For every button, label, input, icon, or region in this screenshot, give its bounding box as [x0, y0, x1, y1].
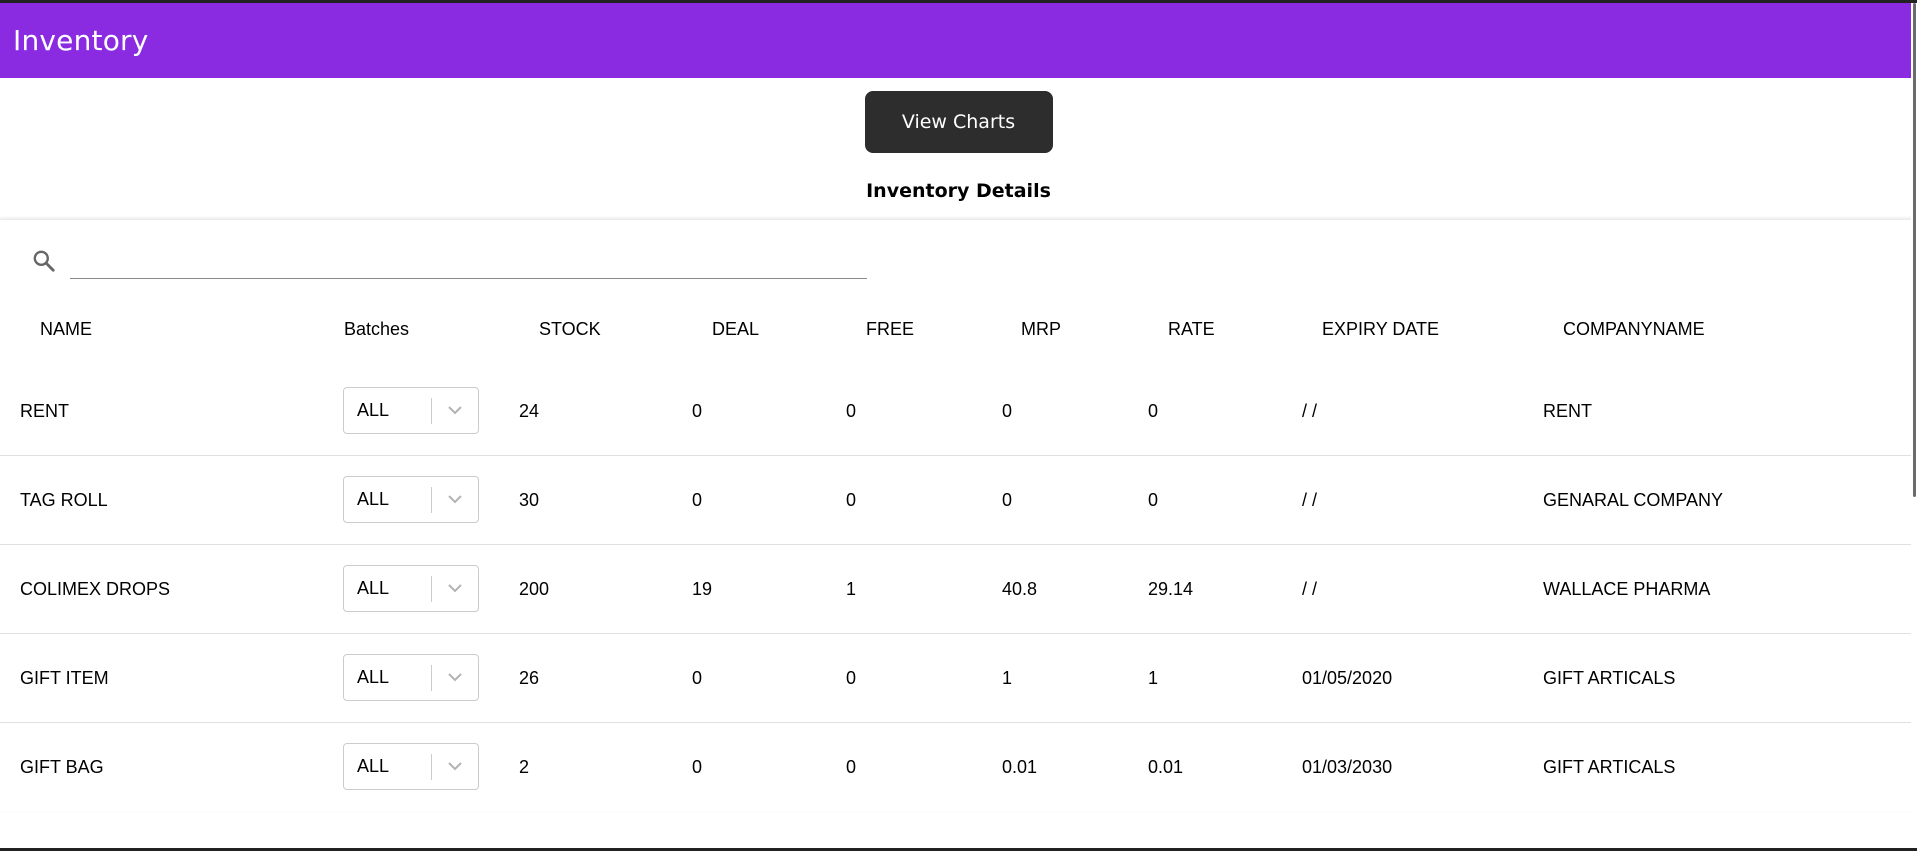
cell-company-name: GIFT ARTICALS [1543, 757, 1676, 777]
cell-free: 1 [846, 579, 857, 599]
batch-select[interactable]: ALL [343, 565, 479, 612]
chevron-down-icon[interactable] [432, 388, 478, 433]
chevron-down-icon[interactable] [432, 744, 478, 789]
column-header-rate[interactable]: RATE [1168, 319, 1215, 340]
batch-select-value: ALL [357, 400, 390, 420]
cell-company-name: WALLACE PHARMA [1543, 579, 1711, 599]
app-title: Inventory [13, 24, 149, 57]
batch-select[interactable]: ALL [343, 743, 479, 790]
batch-select[interactable]: ALL [343, 476, 479, 523]
table-body: RENT ALL 24 0 0 0 0 / / RENT TAG ROLL AL… [0, 367, 1917, 811]
column-header-company-name[interactable]: COMPANYNAME [1563, 319, 1705, 340]
cell-mrp: 0 [1002, 490, 1013, 510]
table-row[interactable]: GIFT BAG ALL 2 0 0 0.01 0.01 01/03/2030 … [0, 722, 1917, 811]
charts-row: View Charts [0, 91, 1917, 153]
cell-free: 0 [846, 490, 857, 510]
cell-deal: 0 [692, 757, 703, 777]
chevron-down-icon[interactable] [432, 655, 478, 700]
column-header-stock[interactable]: STOCK [539, 319, 601, 340]
cell-mrp: 1 [1002, 668, 1013, 688]
cell-company-name: GIFT ARTICALS [1543, 668, 1676, 688]
cell-deal: 19 [692, 579, 713, 599]
cell-company-name: RENT [1543, 401, 1592, 421]
batch-select-value: ALL [357, 756, 390, 776]
cell-mrp: 40.8 [1002, 579, 1038, 599]
cell-name: GIFT ITEM [20, 668, 109, 688]
cell-rate: 29.14 [1148, 579, 1194, 599]
cell-expiry-date: / / [1302, 490, 1318, 510]
table-row[interactable]: GIFT ITEM ALL 26 0 0 1 1 01/05/2020 GIFT… [0, 633, 1917, 722]
search-input[interactable] [70, 242, 867, 279]
cell-rate: 1 [1148, 668, 1159, 688]
table-row[interactable]: COLIMEX DROPS ALL 200 19 1 40.8 29.14 / … [0, 544, 1917, 633]
column-header-mrp[interactable]: MRP [1021, 319, 1061, 340]
cell-deal: 0 [692, 490, 703, 510]
search-bar [0, 220, 1917, 305]
column-header-name[interactable]: NAME [40, 319, 92, 340]
cell-deal: 0 [692, 401, 703, 421]
table-row[interactable]: RENT ALL 24 0 0 0 0 / / RENT [0, 367, 1917, 455]
cell-free: 0 [846, 757, 857, 777]
cell-stock: 30 [519, 490, 540, 510]
cell-company-name: GENARAL COMPANY [1543, 490, 1724, 510]
cell-expiry-date: / / [1302, 579, 1318, 599]
cell-rate: 0 [1148, 401, 1159, 421]
cell-name: TAG ROLL [20, 490, 108, 510]
cell-expiry-date: / / [1302, 401, 1318, 421]
chevron-down-icon[interactable] [432, 477, 478, 522]
table-row[interactable]: TAG ROLL ALL 30 0 0 0 0 / / GENARAL COMP… [0, 455, 1917, 544]
batch-select-value: ALL [357, 578, 390, 598]
column-header-expiry-date[interactable]: EXPIRY DATE [1322, 319, 1439, 340]
cell-rate: 0.01 [1148, 757, 1184, 777]
cell-expiry-date: 01/03/2030 [1302, 757, 1393, 777]
cell-stock: 2 [519, 757, 530, 777]
batch-select[interactable]: ALL [343, 654, 479, 701]
search-icon [31, 248, 57, 274]
column-header-deal[interactable]: DEAL [712, 319, 759, 340]
inventory-panel: NAME Batches STOCK DEAL FREE MRP RATE EX… [0, 219, 1917, 811]
cell-free: 0 [846, 668, 857, 688]
cell-deal: 0 [692, 668, 703, 688]
view-charts-button[interactable]: View Charts [864, 91, 1053, 153]
cell-free: 0 [846, 401, 857, 421]
column-header-free[interactable]: FREE [866, 319, 914, 340]
batch-select[interactable]: ALL [343, 387, 479, 434]
scrollbar[interactable] [1911, 3, 1917, 848]
cell-stock: 24 [519, 401, 540, 421]
table-header: NAME Batches STOCK DEAL FREE MRP RATE EX… [0, 305, 1917, 367]
app-bar: Inventory [0, 3, 1917, 78]
scrollbar-thumb[interactable] [1913, 3, 1916, 497]
chevron-down-icon[interactable] [432, 566, 478, 611]
cell-expiry-date: 01/05/2020 [1302, 668, 1393, 688]
cell-name: GIFT BAG [20, 757, 104, 777]
cell-rate: 0 [1148, 490, 1159, 510]
cell-mrp: 0 [1002, 401, 1013, 421]
app-frame: Inventory View Charts Inventory Details … [0, 0, 1917, 851]
batch-select-value: ALL [357, 667, 390, 687]
cell-stock: 200 [519, 579, 550, 599]
column-header-batches[interactable]: Batches [344, 319, 409, 340]
batch-select-value: ALL [357, 489, 390, 509]
cell-name: RENT [20, 401, 69, 421]
cell-stock: 26 [519, 668, 540, 688]
cell-name: COLIMEX DROPS [20, 579, 171, 599]
cell-mrp: 0.01 [1002, 757, 1038, 777]
section-title: Inventory Details [866, 180, 1051, 202]
